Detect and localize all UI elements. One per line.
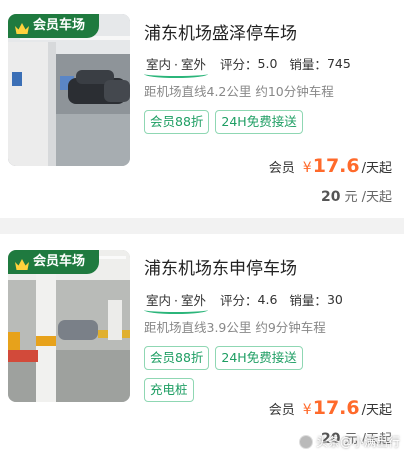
member-price: 会员 ¥ 17.6 /天起 bbox=[269, 397, 392, 419]
original-price-unit: 元 /天起 bbox=[344, 190, 392, 205]
parking-title[interactable]: 浦东机场东申停车场 bbox=[144, 254, 297, 279]
member-price: 会员 ¥ 17.6 /天起 bbox=[269, 155, 392, 177]
toutiao-logo-icon bbox=[298, 434, 313, 449]
outdoor-label: 室外 bbox=[181, 293, 207, 308]
distance-info: 距机场直线3.9公里 约9分钟车程 bbox=[144, 320, 326, 335]
crown-icon bbox=[14, 20, 30, 34]
feature-tags: 会员88折 24H免费接送 bbox=[144, 110, 314, 134]
rating-value: 5.0 bbox=[257, 56, 278, 71]
member-parking-badge: 会员车场 bbox=[8, 250, 100, 274]
watermark-text: 头条@小满出行 bbox=[315, 435, 400, 449]
parking-title[interactable]: 浦东机场盛泽停车场 bbox=[144, 19, 297, 44]
member-price-unit: /天起 bbox=[361, 403, 392, 418]
tag-charging-pile: 充电桩 bbox=[144, 378, 194, 402]
parking-listing-card[interactable]: 会员车场 浦东机场盛泽停车场 室内 · 室外 评分： 5.0 销量： 745 距机场… bbox=[0, 0, 404, 218]
member-price-label: 会员 bbox=[268, 161, 295, 176]
tag-member-discount: 会员88折 bbox=[144, 346, 210, 370]
sales-label: 销量： bbox=[289, 293, 327, 308]
indoor-label: 室内 bbox=[146, 293, 172, 308]
badge-label: 会员车场 bbox=[33, 254, 86, 269]
member-price-amount: 17.6 bbox=[312, 397, 360, 419]
indoor-outdoor-label: 室内 · 室外 bbox=[144, 54, 209, 78]
crown-icon bbox=[14, 256, 30, 270]
currency-symbol: ¥ bbox=[302, 160, 312, 176]
parking-meta: 室内 · 室外 评分： 4.6 销量： 30 bbox=[144, 290, 343, 314]
tag-free-shuttle: 24H免费接送 bbox=[215, 110, 303, 134]
sales-value: 30 bbox=[326, 292, 343, 307]
feature-tags: 会员88折 24H免费接送 充电桩 bbox=[144, 346, 314, 402]
member-price-label: 会员 bbox=[268, 403, 295, 418]
rating-label: 评分： bbox=[220, 57, 258, 72]
tag-member-discount: 会员88折 bbox=[144, 110, 210, 134]
distance-info: 距机场直线4.2公里 约10分钟车程 bbox=[144, 84, 334, 99]
member-parking-badge: 会员车场 bbox=[8, 14, 100, 38]
member-price-amount: 17.6 bbox=[312, 155, 360, 177]
watermark: 头条@小满出行 bbox=[298, 433, 400, 450]
parking-meta: 室内 · 室外 评分： 5.0 销量： 745 bbox=[144, 54, 351, 78]
indoor-outdoor-label: 室内 · 室外 bbox=[144, 290, 209, 314]
currency-symbol: ¥ bbox=[302, 402, 312, 418]
original-price: 20 元 /天起 bbox=[321, 186, 392, 205]
badge-label: 会员车场 bbox=[33, 18, 86, 33]
tag-free-shuttle: 24H免费接送 bbox=[215, 346, 303, 370]
rating-value: 4.6 bbox=[257, 292, 278, 307]
outdoor-label: 室外 bbox=[181, 57, 207, 72]
sales-value: 745 bbox=[326, 56, 351, 71]
parking-listing-card[interactable]: 会员车场 浦东机场东申停车场 室内 · 室外 评分： 4.6 销量： 30 距机场直… bbox=[0, 234, 404, 454]
original-price-amount: 20 bbox=[321, 189, 341, 205]
rating-label: 评分： bbox=[220, 293, 258, 308]
card-separator bbox=[0, 218, 404, 234]
member-price-unit: /天起 bbox=[361, 161, 392, 176]
indoor-label: 室内 bbox=[146, 57, 172, 72]
sales-label: 销量： bbox=[289, 57, 327, 72]
